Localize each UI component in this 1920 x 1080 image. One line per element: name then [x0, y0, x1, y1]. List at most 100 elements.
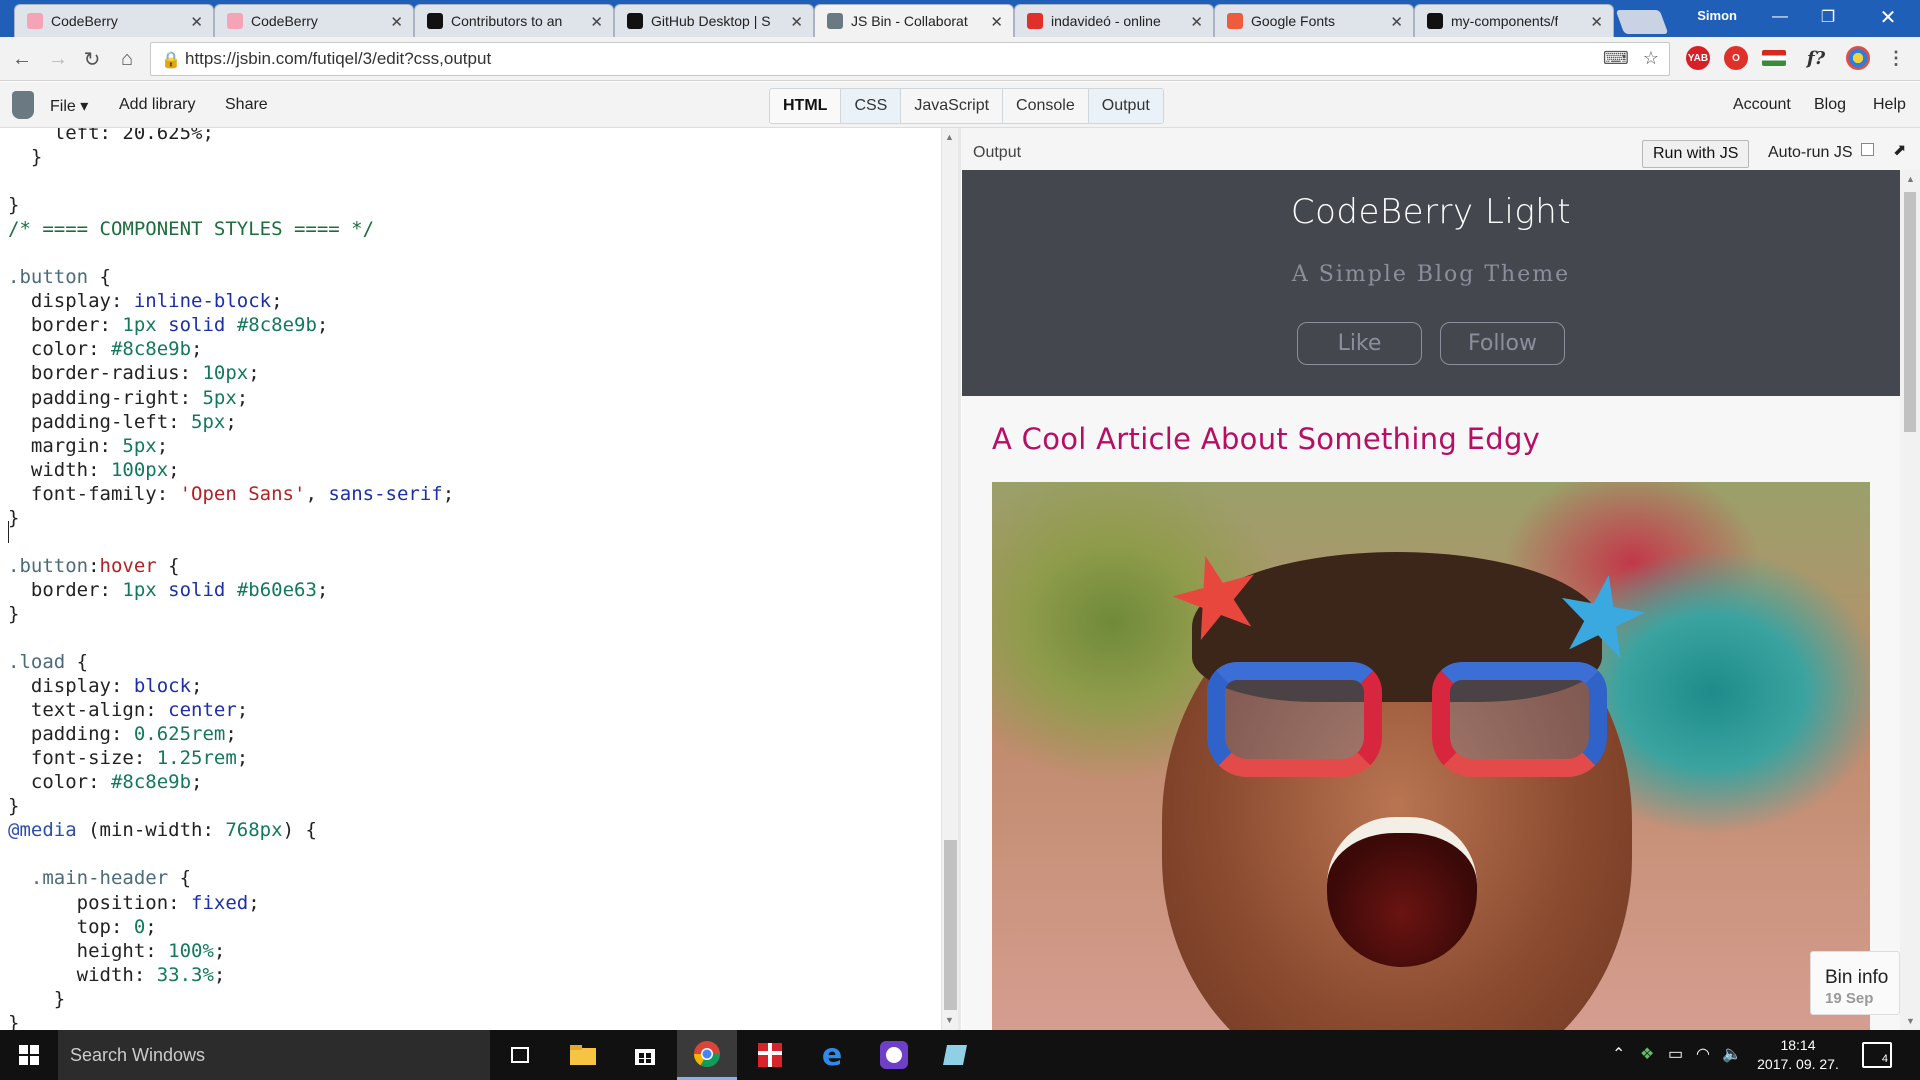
panel-toggles: HTML CSS JavaScript Console Output [769, 88, 1164, 124]
close-window-icon[interactable]: ✕ [1860, 0, 1916, 34]
chrome-icon[interactable] [677, 1030, 737, 1080]
tab-close-icon[interactable]: ✕ [190, 13, 203, 31]
forward-icon[interactable]: → [44, 45, 72, 73]
clock-date: 2017. 09. 27. [1757, 1056, 1839, 1072]
browser-tab[interactable]: Contributors to an ✕ [414, 4, 614, 37]
battery-icon[interactable]: ▭ [1668, 1044, 1683, 1064]
preview-scrollbar[interactable]: ▲ ▼ [1900, 170, 1920, 1030]
follow-button[interactable]: Follow [1440, 322, 1565, 365]
editor-scroll-thumb[interactable] [944, 840, 957, 1010]
notification-count: 4 [1881, 1053, 1888, 1065]
search-placeholder: Search Windows [70, 1044, 206, 1065]
bookmark-star-icon[interactable]: ☆ [1643, 48, 1659, 69]
auto-run-checkbox[interactable] [1861, 143, 1874, 156]
share-menu[interactable]: Share [225, 96, 268, 114]
browser-tab[interactable]: my-components/f ✕ [1414, 4, 1614, 37]
account-menu[interactable]: Account [1733, 96, 1791, 114]
browser-tab[interactable]: indavideó - online ✕ [1014, 4, 1214, 37]
ext-hungary-flag-icon[interactable] [1762, 50, 1786, 66]
browser-tab[interactable]: Google Fonts ✕ [1214, 4, 1414, 37]
article-title[interactable]: A Cool Article About Something Edgy [992, 422, 1540, 456]
tab-close-icon[interactable]: ✕ [990, 13, 1003, 31]
browser-tab[interactable]: JS Bin - Collaborat ✕ [814, 4, 1014, 37]
popout-arrow-icon[interactable]: ⬈ [1893, 140, 1906, 160]
panel-divider[interactable] [958, 128, 961, 1030]
tab-title: my-components/f [1451, 13, 1559, 29]
browser-tab-strip: CodeBerry ✕ CodeBerry ✕ Contributors to an ✕ G… [0, 0, 1920, 37]
like-button[interactable]: Like [1297, 322, 1422, 365]
browser-menu-icon[interactable]: ⋮ [1884, 46, 1908, 70]
photo-glasses [1207, 662, 1607, 782]
browser-toolbar: ← → ↻ ⌂ 🔒 https://jsbin.com/futiqel/3/ed… [0, 37, 1920, 81]
github-icon [1427, 13, 1443, 29]
jsbin-icon [827, 13, 843, 29]
browser-tab[interactable]: CodeBerry ✕ [14, 4, 214, 37]
css-editor[interactable]: left: 20.625%; } }/* ==== COMPONENT STYL… [0, 128, 942, 1030]
tab-output[interactable]: Output [1088, 89, 1163, 123]
tab-javascript[interactable]: JavaScript [901, 89, 1004, 123]
gift-app-icon[interactable] [740, 1030, 800, 1080]
tab-close-icon[interactable]: ✕ [1190, 13, 1203, 31]
task-view-icon[interactable] [490, 1030, 550, 1080]
browser-tab[interactable]: GitHub Desktop | S ✕ [614, 4, 814, 37]
tab-html[interactable]: HTML [770, 89, 842, 123]
ext-color-picker-icon[interactable] [1846, 46, 1870, 70]
tab-css[interactable]: CSS [841, 89, 902, 123]
profile-name[interactable]: Simon [1697, 8, 1737, 23]
github-icon [427, 13, 443, 29]
back-icon[interactable]: ← [8, 45, 36, 73]
tab-list: CodeBerry ✕ CodeBerry ✕ Contributors to an ✕ G… [14, 4, 1669, 37]
jsbin-logo[interactable] [12, 91, 34, 119]
add-library-menu[interactable]: Add library [119, 96, 195, 114]
google-fonts-icon [1227, 13, 1243, 29]
dropbox-icon[interactable]: ❖ [1640, 1044, 1654, 1064]
translate-icon[interactable]: ⌨ [1603, 48, 1629, 69]
site-title: CodeBerry Light [1290, 192, 1572, 232]
tab-console[interactable]: Console [1003, 89, 1089, 123]
windows-start-icon[interactable] [0, 1030, 58, 1080]
text-caret [8, 521, 9, 543]
file-explorer-icon[interactable] [553, 1030, 613, 1080]
tab-close-icon[interactable]: ✕ [790, 13, 803, 31]
address-bar[interactable]: 🔒 https://jsbin.com/futiqel/3/edit?css,o… [150, 42, 1670, 76]
output-header: Output Run with JS Auto-run JS ⬈ [961, 128, 1920, 170]
photo-red-star: ★ [1152, 524, 1280, 669]
tab-title: indavideó - online [1051, 13, 1161, 29]
css-code[interactable]: left: 20.625%; } }/* ==== COMPONENT STYL… [8, 128, 454, 1030]
windows-search-box[interactable]: Search Windows [58, 1030, 490, 1080]
tab-close-icon[interactable]: ✕ [390, 13, 403, 31]
tab-title: Google Fonts [1251, 13, 1336, 29]
edge-icon[interactable]: e [802, 1030, 862, 1080]
new-tab-button[interactable] [1615, 10, 1669, 34]
tab-close-icon[interactable]: ✕ [1590, 13, 1603, 31]
browser-tab[interactable]: CodeBerry ✕ [214, 4, 414, 37]
action-center-icon[interactable]: 4 [1862, 1042, 1892, 1068]
tab-title: GitHub Desktop | S [651, 13, 771, 29]
tab-close-icon[interactable]: ✕ [1390, 13, 1403, 31]
reload-icon[interactable]: ↻ [78, 45, 106, 73]
wifi-icon[interactable]: ◠ [1696, 1044, 1710, 1064]
ext-whatfont-icon[interactable]: f? [1804, 46, 1828, 70]
blog-link[interactable]: Blog [1814, 96, 1846, 114]
tab-close-icon[interactable]: ✕ [590, 13, 603, 31]
photo-mouth [1327, 817, 1477, 967]
restore-icon[interactable]: ❐ [1800, 0, 1856, 34]
taskbar-clock[interactable]: 18:14 2017. 09. 27. [1752, 1036, 1844, 1074]
tray-chevron-icon[interactable]: ⌃ [1612, 1044, 1625, 1064]
store-icon[interactable] [615, 1030, 675, 1080]
ext-opera-icon[interactable]: O [1724, 46, 1748, 70]
run-with-js-button[interactable]: Run with JS [1642, 140, 1750, 168]
file-menu[interactable]: File ▾ [50, 96, 88, 116]
lock-icon: 🔒 [161, 52, 181, 69]
ext-yab-icon[interactable]: YAB [1686, 46, 1710, 70]
volume-icon[interactable]: 🔈 [1722, 1044, 1742, 1064]
tab-title: CodeBerry [51, 13, 118, 29]
help-link[interactable]: Help [1873, 96, 1906, 114]
bin-info-panel[interactable]: Bin info 19 Sep [1810, 951, 1900, 1015]
preview-scroll-thumb[interactable] [1904, 192, 1916, 432]
tab-title: Contributors to an [451, 13, 563, 29]
notes-app-icon[interactable] [925, 1030, 985, 1080]
home-icon[interactable]: ⌂ [113, 45, 141, 73]
github-desktop-icon[interactable] [864, 1030, 924, 1080]
editor-scrollbar[interactable]: ▲ ▼ [941, 128, 958, 1030]
